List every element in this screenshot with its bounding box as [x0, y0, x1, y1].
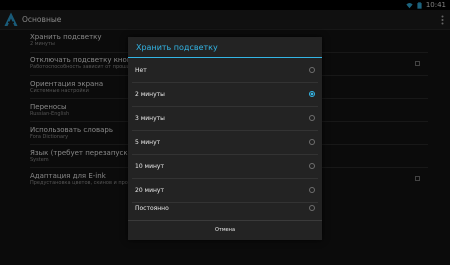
radio-button[interactable]	[309, 67, 315, 73]
option-2-minutes[interactable]: 2 минуты	[128, 83, 322, 106]
radio-button[interactable]	[309, 139, 315, 145]
radio-button[interactable]	[309, 115, 315, 121]
option-label: 10 минут	[135, 163, 164, 170]
option-label: 2 минуты	[135, 91, 165, 98]
option-none[interactable]: Нет	[128, 59, 322, 82]
option-label: 5 минут	[135, 139, 161, 146]
option-10-minutes[interactable]: 10 минут	[128, 155, 322, 178]
keep-backlight-dialog: Хранить подсветку Нет 2 минуты 3 минуты …	[128, 37, 322, 240]
option-3-minutes[interactable]: 3 минуты	[128, 107, 322, 130]
option-label: 3 минуты	[135, 115, 165, 122]
radio-button[interactable]	[309, 187, 315, 193]
dialog-title: Хранить подсветку	[136, 43, 218, 52]
radio-button[interactable]	[309, 205, 315, 211]
option-label: Постоянно	[135, 205, 169, 212]
cancel-button[interactable]: Отмена	[128, 221, 322, 240]
radio-button-selected[interactable]	[309, 91, 315, 97]
radio-button[interactable]	[309, 163, 315, 169]
option-label: Нет	[135, 67, 147, 74]
dialog-title-divider	[128, 57, 322, 58]
option-5-minutes[interactable]: 5 минут	[128, 131, 322, 154]
option-always[interactable]: Постоянно	[128, 197, 322, 220]
